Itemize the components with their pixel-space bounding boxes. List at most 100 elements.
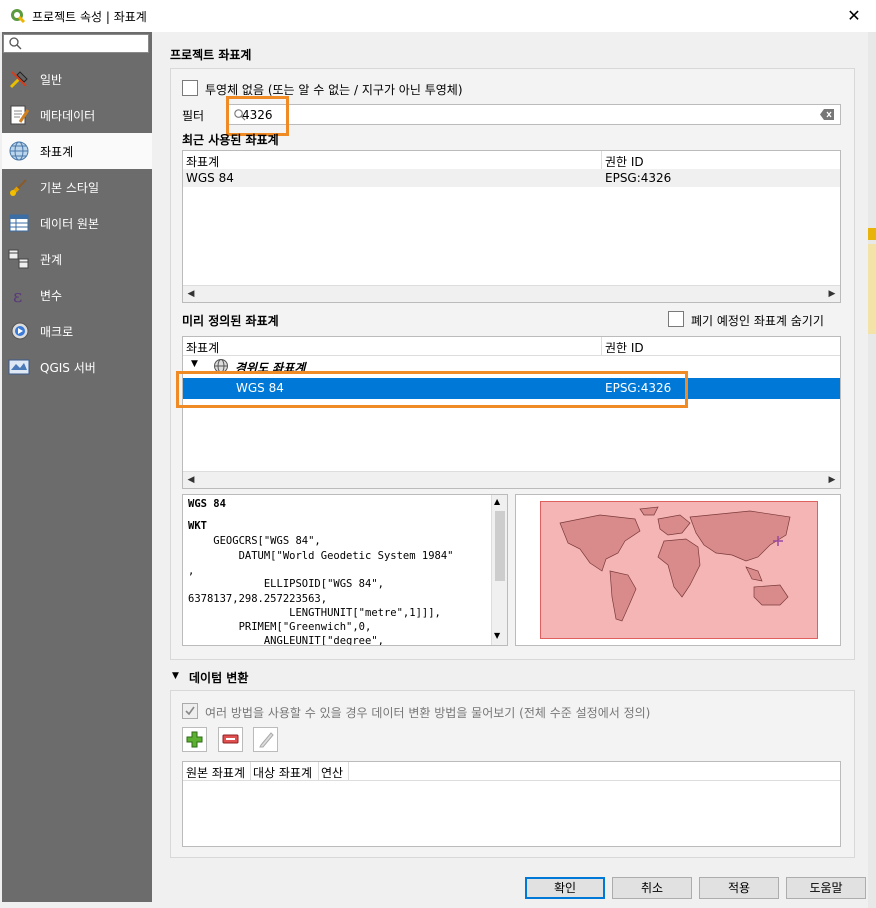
selected-row-highlight-box <box>176 371 688 408</box>
qgis-logo-icon <box>11 9 26 24</box>
scroll-up-icon[interactable]: ▲ <box>494 497 500 506</box>
column-header-operation: 연산 <box>321 766 344 780</box>
close-icon[interactable]: ✕ <box>842 4 866 28</box>
recent-crs-table: 좌표계 권한 ID WGS 84 EPSG:4326 ◀ ▶ <box>182 150 841 303</box>
wkt-line: ANGLEUNIT["degree", <box>188 635 384 646</box>
sidebar-item-variables[interactable]: ε 변수 <box>2 277 152 313</box>
sidebar-item-label: 관계 <box>40 253 63 267</box>
crs-extent-map <box>515 494 841 646</box>
table-icon <box>9 214 29 232</box>
background-window-edge <box>868 32 876 908</box>
crs-details-panel: WGS 84 WKT GEOGCRS["WGS 84", DATUM["Worl… <box>182 494 508 646</box>
filter-input[interactable]: 4326 <box>228 104 841 125</box>
sidebar-item-macros[interactable]: 매크로 <box>2 313 152 349</box>
wrench-icon <box>9 71 28 89</box>
apply-button[interactable]: 적용 <box>699 877 779 899</box>
sidebar-item-label: 기본 스타일 <box>40 181 100 195</box>
predefined-crs-title: 미리 정의된 좌표계 <box>182 314 279 328</box>
filter-label: 필터 <box>182 109 205 123</box>
hide-deprecated-checkbox[interactable] <box>668 311 684 327</box>
server-icon <box>8 359 30 375</box>
ask-transform-label: 여러 방법을 사용할 수 있을 경우 데이터 변환 방법을 물어보기 (전체 수… <box>205 706 651 720</box>
filter-highlight-box <box>226 96 289 136</box>
metadata-icon <box>10 105 30 125</box>
sidebar-item-label: 변수 <box>40 289 63 303</box>
epsilon-icon: ε <box>13 286 22 306</box>
datum-transform-title: 데이텀 변환 <box>189 671 249 685</box>
sidebar-item-crs[interactable]: 좌표계 <box>2 133 152 169</box>
scroll-right-icon[interactable]: ▶ <box>825 473 839 487</box>
column-header-crs: 좌표계 <box>186 341 220 355</box>
brush-icon <box>10 179 27 196</box>
add-transform-button[interactable] <box>182 727 207 752</box>
minus-icon <box>222 734 239 744</box>
sidebar-item-label: 데이터 원본 <box>40 217 100 231</box>
pencil-icon <box>259 732 274 748</box>
sidebar-item-data-sources[interactable]: 데이터 원본 <box>2 205 152 241</box>
edit-transform-button[interactable] <box>253 727 278 752</box>
project-crs-title: 프로젝트 좌표계 <box>170 48 252 62</box>
table-row[interactable]: WGS 84 EPSG:4326 <box>183 169 840 187</box>
collapse-arrow-icon[interactable]: ▼ <box>172 671 179 681</box>
globe-icon <box>9 141 29 161</box>
scroll-right-icon[interactable]: ▶ <box>825 287 839 301</box>
sidebar-item-label: 매크로 <box>40 325 74 339</box>
scrollbar-thumb[interactable] <box>495 511 505 581</box>
column-header-target-crs: 대상 좌표계 <box>253 766 313 780</box>
collapse-arrow-icon[interactable]: ▼ <box>191 359 198 369</box>
sidebar-item-qgis-server[interactable]: QGIS 서버 <box>2 349 152 385</box>
scroll-left-icon[interactable]: ◀ <box>184 287 198 301</box>
column-header-crs: 좌표계 <box>186 155 220 169</box>
column-header-auth-id: 권한 ID <box>605 155 644 169</box>
check-icon <box>185 706 195 716</box>
no-projection-checkbox[interactable] <box>182 80 198 96</box>
sidebar-item-metadata[interactable]: 메타데이터 <box>2 97 152 133</box>
plus-icon <box>186 731 203 748</box>
column-header-auth-id: 권한 ID <box>605 341 644 355</box>
ok-button[interactable]: 확인 <box>525 877 605 899</box>
sidebar-item-relations[interactable]: 관계 <box>2 241 152 277</box>
clear-input-icon[interactable] <box>820 109 834 120</box>
wkt-line: PRIMEM["Greenwich",0, <box>188 621 372 633</box>
horizontal-scrollbar[interactable]: ◀ ▶ <box>183 285 840 302</box>
scroll-left-icon[interactable]: ◀ <box>184 473 198 487</box>
world-map-image <box>540 501 818 639</box>
sidebar-item-label: 일반 <box>40 73 63 87</box>
wkt-line: 6378137,298.257223563, <box>188 593 328 605</box>
window-title: 프로젝트 속성 | 좌표계 <box>32 10 147 24</box>
table-header: 좌표계 권한 ID <box>183 337 840 356</box>
sidebar-item-default-style[interactable]: 기본 스타일 <box>2 169 152 205</box>
horizontal-scrollbar[interactable]: ◀ ▶ <box>183 471 840 488</box>
predefined-crs-table: 좌표계 권한 ID ▼ 경위도 좌표계 WGS 84 EPSG:4326 ◀ ▶ <box>182 336 841 489</box>
sidebar-item-label: 메타데이터 <box>40 109 96 123</box>
datum-transform-table: 원본 좌표계 대상 좌표계 연산 <box>182 761 841 847</box>
search-icon <box>9 37 22 50</box>
sidebar-item-general[interactable]: 일반 <box>2 61 152 97</box>
wkt-line: LENGTHUNIT["metre",1]]], <box>188 607 441 619</box>
wkt-heading: WKT <box>188 520 207 532</box>
wkt-line: DATUM["World Geodetic System 1984" <box>188 550 454 562</box>
column-header-source-crs: 원본 좌표계 <box>186 766 246 780</box>
ask-transform-checkbox[interactable] <box>182 703 198 719</box>
table-header: 좌표계 권한 ID <box>183 151 840 170</box>
cancel-button[interactable]: 취소 <box>612 877 692 899</box>
help-button[interactable]: 도움말 <box>786 877 866 899</box>
auth-id-cell: EPSG:4326 <box>605 171 672 185</box>
crs-name-cell: WGS 84 <box>186 171 234 185</box>
recent-crs-title: 최근 사용된 좌표계 <box>182 133 279 147</box>
crs-details-name: WGS 84 <box>188 498 226 510</box>
sidebar-item-label: 좌표계 <box>40 145 74 159</box>
remove-transform-button[interactable] <box>218 727 243 752</box>
sidebar-search-input[interactable] <box>3 34 149 53</box>
sidebar-item-label: QGIS 서버 <box>40 361 96 375</box>
relations-icon <box>8 249 29 269</box>
hide-deprecated-label: 폐기 예정인 좌표계 숨기기 <box>691 314 824 328</box>
vertical-scrollbar[interactable]: ▲ ▼ <box>491 495 507 645</box>
gear-play-icon <box>11 322 29 340</box>
table-header: 원본 좌표계 대상 좌표계 연산 <box>183 762 840 781</box>
title-bar: 프로젝트 속성 | 좌표계 ✕ <box>0 0 876 32</box>
wkt-line: GEOGCRS["WGS 84", <box>188 535 321 547</box>
svg-text:ε: ε <box>13 286 22 306</box>
wkt-line: ELLIPSOID["WGS 84", <box>188 578 384 590</box>
scroll-down-icon[interactable]: ▼ <box>494 631 500 640</box>
